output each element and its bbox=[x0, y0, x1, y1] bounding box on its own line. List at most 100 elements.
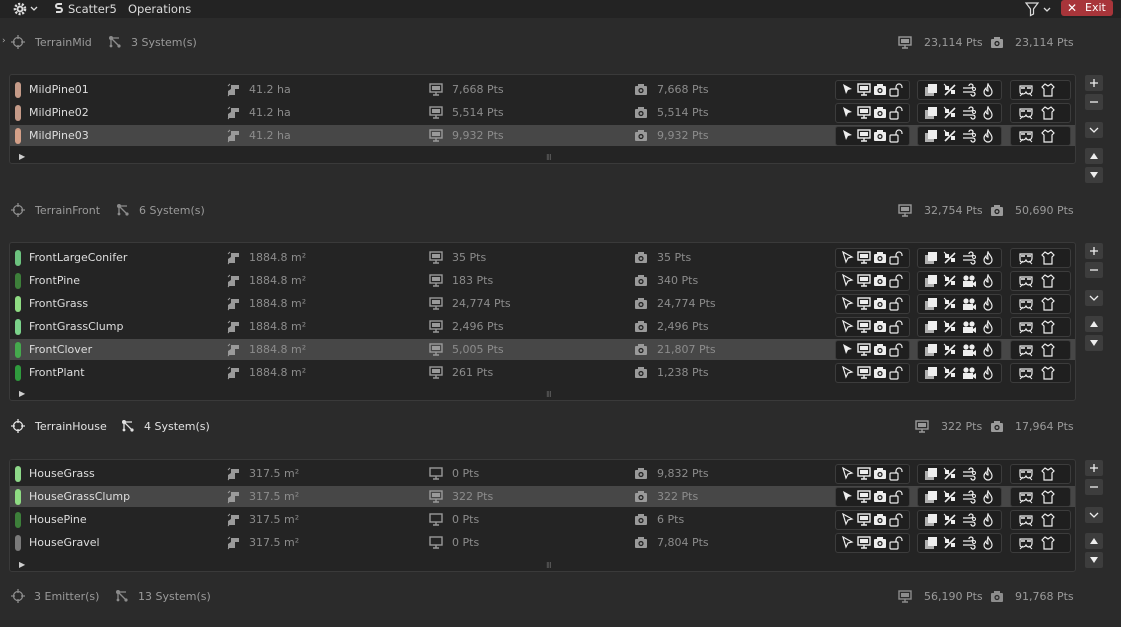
percent-icon[interactable] bbox=[943, 467, 957, 481]
monitor-icon[interactable] bbox=[857, 129, 871, 143]
cursor-icon[interactable] bbox=[841, 366, 855, 380]
color-swatch[interactable] bbox=[15, 296, 21, 312]
wind-icon[interactable] bbox=[962, 129, 976, 143]
wind-icon[interactable] bbox=[962, 83, 976, 97]
color-swatch[interactable] bbox=[15, 512, 21, 528]
cursor-icon[interactable] bbox=[841, 106, 855, 120]
expand-arrow[interactable]: ▶ bbox=[19, 152, 25, 161]
flame-icon[interactable] bbox=[981, 297, 995, 311]
shirt-icon[interactable] bbox=[1041, 467, 1055, 481]
move-up-button[interactable] bbox=[1085, 316, 1103, 332]
shirt-icon[interactable] bbox=[1041, 490, 1055, 504]
system-name[interactable]: FrontGrass bbox=[29, 293, 88, 314]
cursor-icon[interactable] bbox=[841, 467, 855, 481]
film-icon[interactable] bbox=[962, 366, 976, 380]
camera-icon[interactable] bbox=[873, 106, 887, 120]
cursor-icon[interactable] bbox=[841, 536, 855, 550]
cursor-icon[interactable] bbox=[841, 490, 855, 504]
flame-icon[interactable] bbox=[981, 467, 995, 481]
system-name[interactable]: HouseGravel bbox=[29, 532, 100, 553]
filter-menu[interactable] bbox=[1022, 0, 1054, 18]
options-dropdown-button[interactable] bbox=[1085, 122, 1103, 138]
wind-icon[interactable] bbox=[962, 490, 976, 504]
percent-icon[interactable] bbox=[943, 343, 957, 357]
shirt-icon[interactable] bbox=[1041, 320, 1055, 334]
move-up-button[interactable] bbox=[1085, 148, 1103, 164]
color-swatch[interactable] bbox=[15, 250, 21, 266]
mask-icon[interactable] bbox=[1019, 536, 1033, 550]
squares-icon[interactable] bbox=[924, 83, 938, 97]
shirt-icon[interactable] bbox=[1041, 106, 1055, 120]
cursor-icon[interactable] bbox=[841, 83, 855, 97]
lock-icon[interactable] bbox=[889, 297, 903, 311]
lock-icon[interactable] bbox=[889, 106, 903, 120]
list-item[interactable]: FrontGrass 1884.8 m² 24,774 Pts 24,774 Pts bbox=[10, 293, 1075, 314]
flame-icon[interactable] bbox=[981, 83, 995, 97]
monitor-icon[interactable] bbox=[857, 513, 871, 527]
wind-icon[interactable] bbox=[962, 536, 976, 550]
squares-icon[interactable] bbox=[924, 490, 938, 504]
monitor-icon[interactable] bbox=[857, 536, 871, 550]
squares-icon[interactable] bbox=[924, 343, 938, 357]
camera-icon[interactable] bbox=[873, 129, 887, 143]
cursor-icon[interactable] bbox=[841, 343, 855, 357]
options-dropdown-button[interactable] bbox=[1085, 507, 1103, 523]
lock-icon[interactable] bbox=[889, 513, 903, 527]
color-swatch[interactable] bbox=[15, 342, 21, 358]
system-name[interactable]: HouseGrassClump bbox=[29, 486, 130, 507]
cursor-icon[interactable] bbox=[841, 251, 855, 265]
monitor-icon[interactable] bbox=[857, 106, 871, 120]
list-item[interactable]: FrontGrassClump 1884.8 m² 2,496 Pts 2,496 P… bbox=[10, 316, 1075, 337]
cursor-icon[interactable] bbox=[841, 320, 855, 334]
mask-icon[interactable] bbox=[1019, 297, 1033, 311]
color-swatch[interactable] bbox=[15, 466, 21, 482]
color-swatch[interactable] bbox=[15, 128, 21, 144]
list-item[interactable]: FrontPlant 1884.8 m² 261 Pts 1,238 Pts bbox=[10, 362, 1075, 383]
mask-icon[interactable] bbox=[1019, 366, 1033, 380]
lock-icon[interactable] bbox=[889, 83, 903, 97]
system-name[interactable]: HouseGrass bbox=[29, 463, 95, 484]
shirt-icon[interactable] bbox=[1041, 129, 1055, 143]
list-item[interactable]: HouseGravel 317.5 m² 0 Pts 7,804 Pts bbox=[10, 532, 1075, 553]
color-swatch[interactable] bbox=[15, 535, 21, 551]
mask-icon[interactable] bbox=[1019, 320, 1033, 334]
camera-icon[interactable] bbox=[873, 490, 887, 504]
squares-icon[interactable] bbox=[924, 467, 938, 481]
mask-icon[interactable] bbox=[1019, 274, 1033, 288]
lock-icon[interactable] bbox=[889, 490, 903, 504]
flame-icon[interactable] bbox=[981, 129, 995, 143]
squares-icon[interactable] bbox=[924, 320, 938, 334]
flame-icon[interactable] bbox=[981, 490, 995, 504]
move-up-button[interactable] bbox=[1085, 533, 1103, 549]
system-name[interactable]: FrontPlant bbox=[29, 362, 85, 383]
flame-icon[interactable] bbox=[981, 343, 995, 357]
film-icon[interactable] bbox=[962, 343, 976, 357]
percent-icon[interactable] bbox=[943, 83, 957, 97]
color-swatch[interactable] bbox=[15, 105, 21, 121]
monitor-icon[interactable] bbox=[857, 274, 871, 288]
mask-icon[interactable] bbox=[1019, 490, 1033, 504]
camera-icon[interactable] bbox=[873, 343, 887, 357]
flame-icon[interactable] bbox=[981, 366, 995, 380]
flame-icon[interactable] bbox=[981, 251, 995, 265]
list-item[interactable]: FrontClover 1884.8 m² 5,005 Pts 21,807 Pts bbox=[10, 339, 1075, 360]
squares-icon[interactable] bbox=[924, 251, 938, 265]
list-item[interactable]: MildPine03 41.2 ha 9,932 Pts 9,932 Pts bbox=[10, 125, 1075, 146]
squares-icon[interactable] bbox=[924, 274, 938, 288]
color-swatch[interactable] bbox=[15, 489, 21, 505]
film-icon[interactable] bbox=[962, 320, 976, 334]
exit-button[interactable]: ✕ Exit bbox=[1061, 0, 1113, 16]
camera-icon[interactable] bbox=[873, 320, 887, 334]
shirt-icon[interactable] bbox=[1041, 343, 1055, 357]
percent-icon[interactable] bbox=[943, 490, 957, 504]
camera-icon[interactable] bbox=[873, 251, 887, 265]
add-system-button[interactable] bbox=[1085, 75, 1103, 91]
monitor-icon[interactable] bbox=[857, 366, 871, 380]
move-down-button[interactable] bbox=[1085, 552, 1103, 568]
emitter-select[interactable] bbox=[11, 35, 27, 51]
shirt-icon[interactable] bbox=[1041, 297, 1055, 311]
settings-menu[interactable] bbox=[10, 0, 40, 18]
expand-arrow[interactable]: ▶ bbox=[19, 560, 25, 569]
monitor-icon[interactable] bbox=[857, 467, 871, 481]
monitor-icon[interactable] bbox=[857, 297, 871, 311]
